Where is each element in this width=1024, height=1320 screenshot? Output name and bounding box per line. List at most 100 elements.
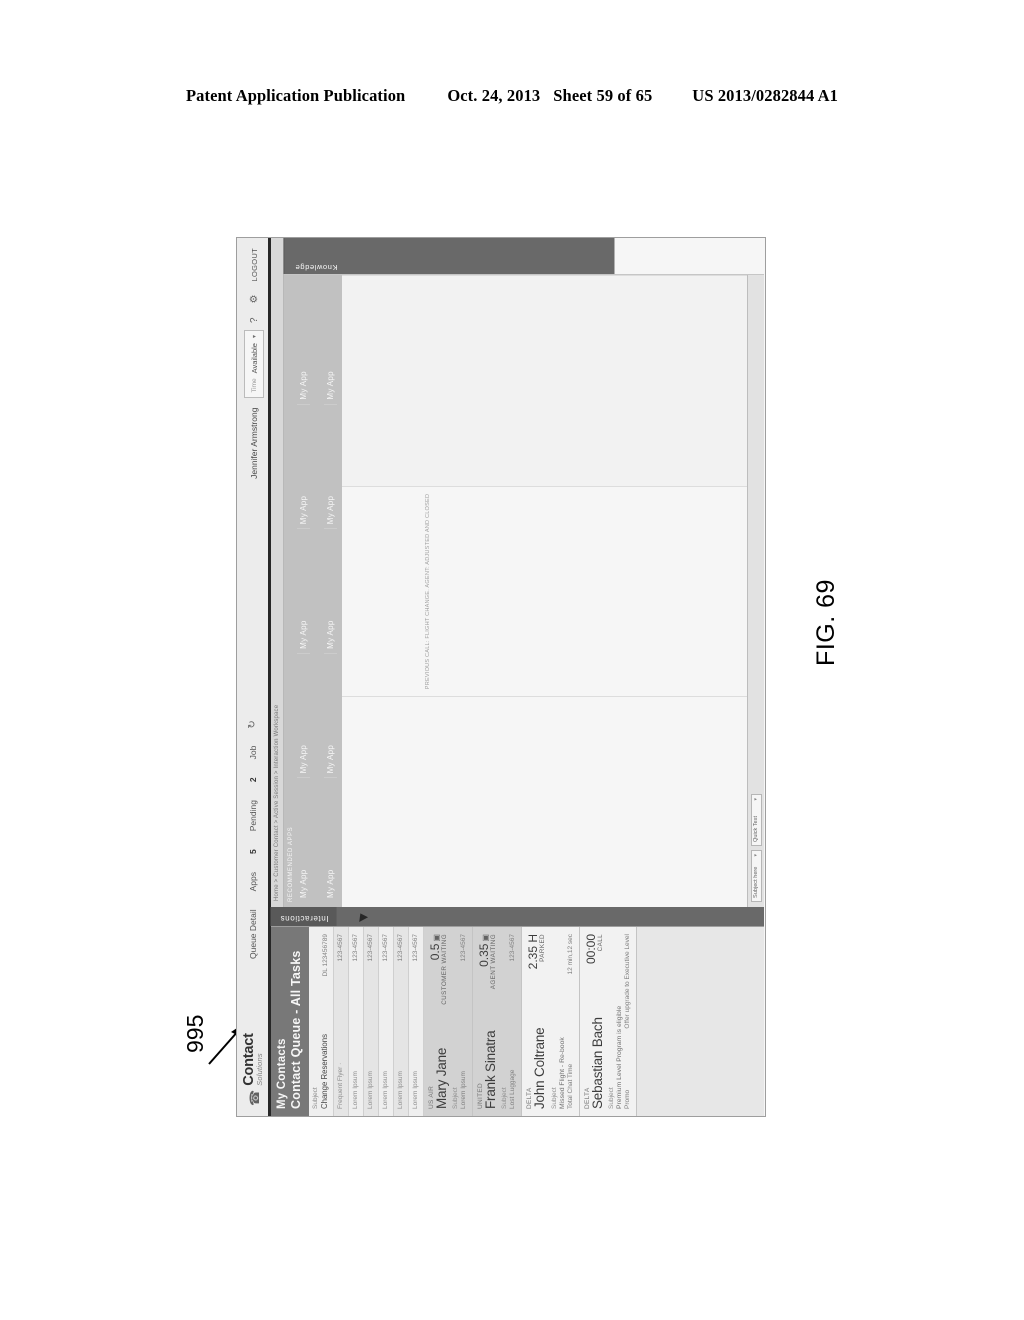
contact-timer: 00:00 [583,934,598,965]
promo-value: Offer upgrade to Executive Level [623,934,631,1029]
queue-list-item[interactable]: Lorem Ipsum 123-4567 [409,927,424,1116]
queue-item-title: Change Reservations [320,1034,329,1109]
previous-call-note: PREVIOUS CALL: FLIGHT CHANGE. AGENT: ADJ… [425,493,431,690]
message-composer: Subject here ▾ Quick Text ▾ [747,275,764,907]
publication-date: Oct. 24, 2013 [447,86,541,105]
queue-item-meta: 123-4567 [412,934,419,962]
contact-state-badge: AGENT WAITING [490,934,498,990]
app-tile[interactable]: My App [297,404,310,530]
contact-subject-label: Subject [501,1087,509,1109]
workspace-column: RECOMMENDED APPS My App My App My App My… [284,274,764,907]
contact-detail: Lost Luggage [509,1069,517,1109]
contacts-sidebar: My Contacts Contact Queue - All Tasks Su… [271,926,764,1116]
app-tile[interactable]: My App [297,529,310,654]
queue-list-item[interactable]: Lorem Ipsum 123-4567 [379,927,394,1116]
apps-row: My App My App My App My App My App [297,280,310,902]
nav-item-job[interactable]: Job [248,737,258,769]
queue-list-item[interactable]: Lorem Ipsum 123-4567 [364,927,379,1116]
contact-state-badge: CALL [596,934,604,952]
tab-interactions[interactable]: Interactions [271,907,337,926]
patent-number: US 2013/0282844 A1 [692,86,839,105]
app-tile[interactable]: My App [324,529,337,654]
apps-panel-title: RECOMMENDED APPS [288,826,294,902]
queue-item-meta: 123-4567 [397,934,404,962]
nav-badge-pending-count: 2 [247,777,258,783]
top-navigation: Queue Detail Apps 5 Pending 2 Job ↻ [247,712,258,968]
figure-screenshot: ☎ Contact Solutions Queue Detail Apps 5 … [236,237,766,1117]
app-tile[interactable]: My App [297,280,310,405]
application-body: My Contacts Contact Queue - All Tasks Su… [271,238,764,1116]
queue-item-label: Lorem Ipsum [412,1071,419,1109]
contacts-subtitle: Contact Queue - All Tasks [289,950,303,1109]
queue-item-meta: 123-4567 [367,934,374,962]
contact-subject-label: Subject [452,1087,460,1109]
subject-select-value: Subject here [753,866,759,898]
contact-timer: 2.35 H [526,934,541,970]
queue-item-label: Lorem Ipsum [352,1071,359,1109]
contact-subject-label: Subject [607,1087,615,1109]
queue-list-item[interactable]: Frequent Flyer · 123-4567 [334,927,349,1116]
top-toolbar: ☎ Contact Solutions Queue Detail Apps 5 … [237,238,271,1116]
conversation-area: PREVIOUS CALL: FLIGHT CHANGE. AGENT: ADJ… [342,274,747,907]
subject-select[interactable]: Subject here ▾ [750,850,762,902]
app-tile[interactable]: My App [324,653,337,779]
queue-item-label: Lorem Ipsum [397,1071,404,1109]
contact-card[interactable]: UNITED Frank Sinatra 0.35▣ AGENT WAITING… [473,927,523,1116]
timer-icon: ▣ [481,934,491,942]
contact-state-badge: CUSTOMER WAITING [441,934,448,1005]
contact-card[interactable]: US AIR Mary Jane 0.5▣ CUSTOMER WAITING S… [424,927,474,1116]
total-chat-time-label: Total Chat Time [566,1063,574,1109]
figure-label: FIG. 69 [811,579,840,666]
app-logo[interactable]: ☎ Contact Solutions [241,968,264,1116]
queue-item-meta: 123-4567 [337,934,344,962]
queue-item-label: Frequent Flyer · [337,1062,344,1109]
contact-detail: Missed Flight - Re-book [558,1037,566,1109]
chevron-down-icon: ▾ [753,854,759,857]
queue-item-label: Lorem Ipsum [382,1071,389,1109]
app-tile[interactable]: My App [324,280,337,405]
queue-list-item[interactable]: Subject Change Reservations DL 123456789 [309,927,334,1116]
right-tab-filler [348,238,614,274]
timer-icon: ▣ [432,934,441,942]
vtab-filler [337,907,764,926]
contact-name: John Coltrane [532,1027,548,1109]
sheet-number: Sheet 59 of 65 [553,86,653,105]
app-tile[interactable]: My App [297,653,310,779]
contacts-title: My Contacts [276,1038,288,1109]
tab-knowledge[interactable]: Knowledge [284,238,348,274]
logout-button[interactable]: LOGOUT [250,244,259,287]
contact-timer: 0.5▣ [428,934,442,961]
contact-state-badge: PARKED [539,934,547,962]
quick-text-select[interactable]: Quick Text ▾ [750,794,762,846]
total-chat-time-value: 12 min,12 sec [566,934,574,975]
queue-item-label: Lorem Ipsum [367,1071,374,1109]
agent-status-value: Available [249,343,259,374]
app-tile[interactable]: My App [297,778,310,902]
contact-card[interactable]: DELTA Sebastian Bach 00:00 CALL Subject … [579,927,637,1116]
refresh-icon[interactable]: ↻ [247,712,258,736]
nav-item-apps[interactable]: Apps [248,863,258,900]
contact-detail: Lorem Ipsum [460,1071,468,1109]
recommended-apps-panel: RECOMMENDED APPS My App My App My App My… [284,275,342,907]
help-icon[interactable]: ? [249,310,260,330]
promo-label: Promo [623,1089,631,1109]
app-tile[interactable]: My App [324,778,337,902]
apps-row: My App My App My App My App My App [324,280,337,902]
contact-card[interactable]: DELTA John Coltrane 2.35 H PARKED Subjec… [522,927,580,1116]
right-tab-rail: Knowledge [284,238,764,274]
nav-item-pending[interactable]: Pending [248,791,258,840]
conversation-pane-right [342,274,747,486]
queue-list-item[interactable]: Lorem Ipsum 123-4567 [349,927,364,1116]
contact-timer: 0.35▣ [477,934,492,967]
app-tile[interactable]: My App [324,404,337,530]
contact-name: Mary Jane [434,1047,449,1109]
chevron-down-icon: ▾ [753,798,759,801]
nav-item-queue-detail[interactable]: Queue Detail [248,900,258,968]
queue-list-item[interactable]: Lorem Ipsum 123-4567 [394,927,409,1116]
workspace-panels: RECOMMENDED APPS My App My App My App My… [284,238,764,907]
conversation-pane-left [342,696,747,907]
gear-icon[interactable]: ⚙ [249,287,260,310]
agent-status-select[interactable]: Time Available ▾ [244,330,264,398]
publication-label: Patent Application Publication [185,86,406,105]
workspace-content: Home > Customer Contact > Active Session… [271,238,764,907]
